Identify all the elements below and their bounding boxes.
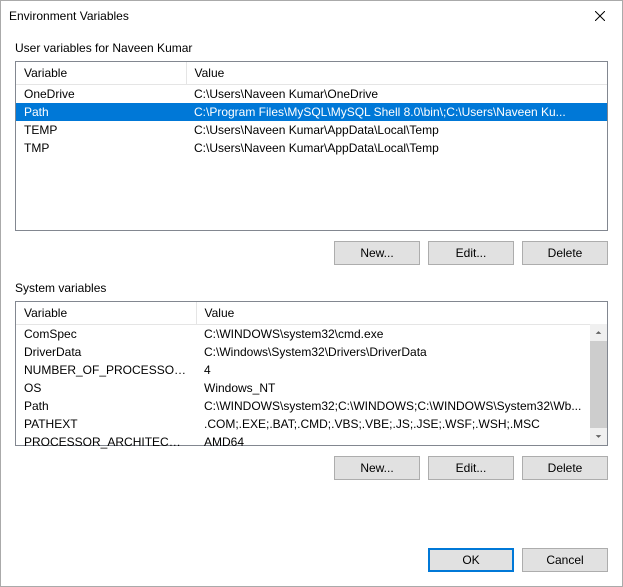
cell-variable: OneDrive <box>16 85 186 104</box>
sys-col-variable[interactable]: Variable <box>16 302 196 325</box>
system-variables-group: System variables Variable Value ComSpecC… <box>15 281 608 480</box>
sys-new-button[interactable]: New... <box>334 456 420 480</box>
cell-variable: Path <box>16 103 186 121</box>
cell-variable: Path <box>16 397 196 415</box>
table-row[interactable]: TEMPC:\Users\Naveen Kumar\AppData\Local\… <box>16 121 607 139</box>
user-delete-button[interactable]: Delete <box>522 241 608 265</box>
cell-value: C:\Users\Naveen Kumar\OneDrive <box>186 85 607 104</box>
table-row[interactable]: NUMBER_OF_PROCESSORS4 <box>16 361 607 379</box>
table-row[interactable]: TMPC:\Users\Naveen Kumar\AppData\Local\T… <box>16 139 607 157</box>
sys-edit-button[interactable]: Edit... <box>428 456 514 480</box>
table-row[interactable]: PathC:\WINDOWS\system32;C:\WINDOWS;C:\WI… <box>16 397 607 415</box>
user-new-button[interactable]: New... <box>334 241 420 265</box>
cell-value: C:\Users\Naveen Kumar\AppData\Local\Temp <box>186 121 607 139</box>
scroll-thumb[interactable] <box>590 341 607 428</box>
cell-variable: NUMBER_OF_PROCESSORS <box>16 361 196 379</box>
table-row[interactable]: ComSpecC:\WINDOWS\system32\cmd.exe <box>16 325 607 344</box>
cell-value: C:\Windows\System32\Drivers\DriverData <box>196 343 607 361</box>
cell-value: C:\WINDOWS\system32;C:\WINDOWS;C:\WINDOW… <box>196 397 607 415</box>
titlebar: Environment Variables <box>1 1 622 31</box>
cell-variable: PROCESSOR_ARCHITECTURE <box>16 433 196 451</box>
cell-value: C:\WINDOWS\system32\cmd.exe <box>196 325 607 344</box>
user-edit-button[interactable]: Edit... <box>428 241 514 265</box>
user-variables-label: User variables for Naveen Kumar <box>15 41 608 55</box>
cell-value: C:\Program Files\MySQL\MySQL Shell 8.0\b… <box>186 103 607 121</box>
cell-value: C:\Users\Naveen Kumar\AppData\Local\Temp <box>186 139 607 157</box>
table-row[interactable]: PathC:\Program Files\MySQL\MySQL Shell 8… <box>16 103 607 121</box>
table-row[interactable]: PROCESSOR_ARCHITECTUREAMD64 <box>16 433 607 451</box>
system-variables-table[interactable]: Variable Value ComSpecC:\WINDOWS\system3… <box>15 301 608 446</box>
cell-value: AMD64 <box>196 433 607 451</box>
system-variables-label: System variables <box>15 281 608 295</box>
user-col-value[interactable]: Value <box>186 62 607 85</box>
scroll-up-arrow-icon[interactable] <box>590 324 607 341</box>
cell-variable: ComSpec <box>16 325 196 344</box>
user-variables-table[interactable]: Variable Value OneDriveC:\Users\Naveen K… <box>15 61 608 231</box>
cancel-button[interactable]: Cancel <box>522 548 608 572</box>
cell-variable: OS <box>16 379 196 397</box>
cell-variable: TEMP <box>16 121 186 139</box>
close-button[interactable] <box>577 1 622 31</box>
system-scrollbar[interactable] <box>590 324 607 445</box>
sys-col-value[interactable]: Value <box>196 302 607 325</box>
cell-variable: PATHEXT <box>16 415 196 433</box>
user-variables-group: User variables for Naveen Kumar Variable… <box>15 41 608 265</box>
table-row[interactable]: DriverDataC:\Windows\System32\Drivers\Dr… <box>16 343 607 361</box>
cell-variable: TMP <box>16 139 186 157</box>
ok-button[interactable]: OK <box>428 548 514 572</box>
scroll-down-arrow-icon[interactable] <box>590 428 607 445</box>
cell-value: .COM;.EXE;.BAT;.CMD;.VBS;.VBE;.JS;.JSE;.… <box>196 415 607 433</box>
cell-variable: DriverData <box>16 343 196 361</box>
table-row[interactable]: OneDriveC:\Users\Naveen Kumar\OneDrive <box>16 85 607 104</box>
env-vars-dialog: Environment Variables User variables for… <box>0 0 623 587</box>
cell-value: 4 <box>196 361 607 379</box>
table-row[interactable]: PATHEXT.COM;.EXE;.BAT;.CMD;.VBS;.VBE;.JS… <box>16 415 607 433</box>
close-icon <box>595 11 605 21</box>
window-title: Environment Variables <box>9 9 129 23</box>
cell-value: Windows_NT <box>196 379 607 397</box>
user-col-variable[interactable]: Variable <box>16 62 186 85</box>
sys-delete-button[interactable]: Delete <box>522 456 608 480</box>
table-row[interactable]: OSWindows_NT <box>16 379 607 397</box>
